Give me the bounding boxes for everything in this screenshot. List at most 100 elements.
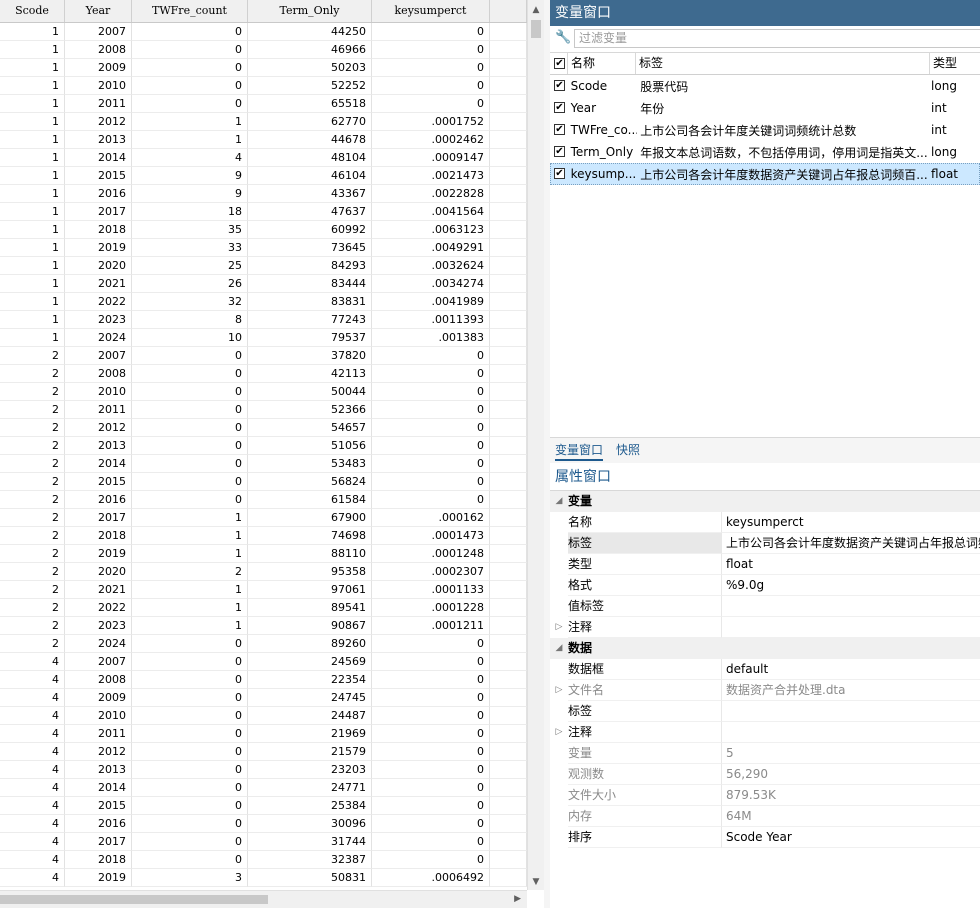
table-cell[interactable]: 97061 <box>248 581 372 599</box>
column-header-term-only[interactable]: Term_Only <box>248 0 372 22</box>
horizontal-scrollbar[interactable]: ▶ <box>0 890 527 908</box>
table-row[interactable]: 1 2022 32 83831.0041989 <box>0 293 527 311</box>
table-cell[interactable]: 1 <box>132 131 248 149</box>
table-cell[interactable]: 83831 <box>248 293 372 311</box>
table-cell[interactable]: 2007 <box>65 347 132 365</box>
table-cell[interactable]: 2010 <box>65 707 132 725</box>
table-cell[interactable]: 2018 <box>65 527 132 545</box>
table-cell[interactable]: 9 <box>132 167 248 185</box>
variable-row[interactable]: ✔ Term_Only 年报文本总词语数，不包括停用词，停用词是指英文... long <box>550 141 980 163</box>
table-row[interactable]: 1 2010 0 52252 0 <box>0 77 527 95</box>
variable-checkbox[interactable]: ✔ <box>550 119 568 141</box>
tab-snapshots[interactable]: 快照 <box>616 441 640 459</box>
table-cell[interactable]: 50044 <box>248 383 372 401</box>
horizontal-scroll-thumb[interactable] <box>0 895 268 904</box>
table-row[interactable]: 1 2018 35 60992.0063123 <box>0 221 527 239</box>
table-cell[interactable]: 4 <box>0 707 65 725</box>
table-cell[interactable]: 1 <box>132 545 248 563</box>
table-cell[interactable]: 2009 <box>65 689 132 707</box>
filter-variables-input[interactable]: 过滤变量 <box>574 29 980 48</box>
property-value[interactable]: 上市公司各会计年度数据资产关键词占年报总词频 <box>722 533 980 554</box>
property-value[interactable]: %9.0g <box>722 575 980 596</box>
table-row[interactable]: 2 2016 0 61584 0 <box>0 491 527 509</box>
table-cell[interactable]: 0 <box>132 653 248 671</box>
table-row[interactable]: 2 2023 1 90867.0001211 <box>0 617 527 635</box>
table-cell[interactable]: 0 <box>372 401 490 419</box>
table-cell[interactable]: 2022 <box>65 599 132 617</box>
property-row[interactable]: 变量 5 <box>550 743 980 764</box>
table-cell[interactable]: 2015 <box>65 797 132 815</box>
table-cell[interactable]: 0 <box>372 59 490 77</box>
table-cell[interactable]: 0 <box>132 41 248 59</box>
table-row[interactable]: 1 2013 1 44678.0002462 <box>0 131 527 149</box>
table-cell[interactable]: 2021 <box>65 581 132 599</box>
collapse-icon[interactable]: ◢ <box>550 491 568 512</box>
table-cell[interactable]: .0002307 <box>372 563 490 581</box>
table-cell[interactable]: 0 <box>132 851 248 869</box>
table-row[interactable]: 1 2016 9 43367.0022828 <box>0 185 527 203</box>
table-row[interactable]: 1 2007 0 44250 0 <box>0 23 527 41</box>
table-cell[interactable]: .0002462 <box>372 131 490 149</box>
table-cell[interactable]: 21969 <box>248 725 372 743</box>
table-cell[interactable]: 0 <box>372 797 490 815</box>
table-row[interactable]: 2 2020 2 95358.0002307 <box>0 563 527 581</box>
table-cell[interactable]: 2016 <box>65 815 132 833</box>
table-cell[interactable]: .0001133 <box>372 581 490 599</box>
table-cell[interactable]: .000162 <box>372 509 490 527</box>
table-cell[interactable]: 1 <box>0 221 65 239</box>
table-cell[interactable]: .0032624 <box>372 257 490 275</box>
table-cell[interactable]: 2 <box>0 635 65 653</box>
table-cell[interactable]: 2008 <box>65 41 132 59</box>
column-header-year[interactable]: Year <box>65 0 132 22</box>
table-cell[interactable]: 4 <box>0 653 65 671</box>
table-cell[interactable]: 1 <box>0 311 65 329</box>
table-cell[interactable]: 0 <box>132 833 248 851</box>
table-row[interactable]: 2 2018 1 74698.0001473 <box>0 527 527 545</box>
table-cell[interactable]: 52252 <box>248 77 372 95</box>
table-cell[interactable]: 0 <box>132 59 248 77</box>
table-cell[interactable]: 0 <box>132 455 248 473</box>
table-cell[interactable]: 4 <box>132 149 248 167</box>
property-row[interactable]: ▷ 文件名 数据资产合并处理.dta <box>550 680 980 701</box>
property-row[interactable]: 值标签 <box>550 596 980 617</box>
table-cell[interactable]: 21579 <box>248 743 372 761</box>
table-cell[interactable]: 2 <box>0 347 65 365</box>
table-cell[interactable]: 2019 <box>65 545 132 563</box>
table-cell[interactable]: 0 <box>132 815 248 833</box>
table-cell[interactable]: 1 <box>0 77 65 95</box>
property-value[interactable]: 56,290 <box>722 764 980 785</box>
table-row[interactable]: 4 2008 0 22354 0 <box>0 671 527 689</box>
table-cell[interactable]: 0 <box>132 761 248 779</box>
table-cell[interactable]: 4 <box>0 851 65 869</box>
table-cell[interactable]: 2012 <box>65 113 132 131</box>
table-row[interactable]: 2 2011 0 52366 0 <box>0 401 527 419</box>
table-cell[interactable]: 0 <box>372 707 490 725</box>
header-name[interactable]: 名称 <box>568 53 636 74</box>
table-cell[interactable]: 1 <box>132 599 248 617</box>
table-cell[interactable]: 2008 <box>65 365 132 383</box>
header-label[interactable]: 标签 <box>636 53 930 74</box>
table-cell[interactable]: 2 <box>0 383 65 401</box>
table-cell[interactable]: 2009 <box>65 59 132 77</box>
table-cell[interactable]: 2018 <box>65 851 132 869</box>
table-row[interactable]: 4 2009 0 24745 0 <box>0 689 527 707</box>
table-cell[interactable]: 0 <box>132 347 248 365</box>
table-cell[interactable]: 0 <box>372 455 490 473</box>
table-cell[interactable]: 50203 <box>248 59 372 77</box>
table-cell[interactable]: 0 <box>372 743 490 761</box>
property-row[interactable]: ▷ 注释 <box>550 617 980 638</box>
header-type[interactable]: 类型 <box>930 53 980 74</box>
table-cell[interactable]: 60992 <box>248 221 372 239</box>
table-cell[interactable]: 2015 <box>65 473 132 491</box>
table-cell[interactable]: 33 <box>132 239 248 257</box>
table-cell[interactable]: 65518 <box>248 95 372 113</box>
table-cell[interactable]: 42113 <box>248 365 372 383</box>
table-cell[interactable]: 0 <box>132 797 248 815</box>
table-row[interactable]: 1 2015 9 46104.0021473 <box>0 167 527 185</box>
table-cell[interactable]: 83444 <box>248 275 372 293</box>
table-cell[interactable]: 8 <box>132 311 248 329</box>
table-cell[interactable]: 0 <box>372 761 490 779</box>
table-cell[interactable]: 2 <box>0 509 65 527</box>
table-cell[interactable]: 0 <box>132 383 248 401</box>
variable-checkbox[interactable]: ✔ <box>550 75 568 97</box>
